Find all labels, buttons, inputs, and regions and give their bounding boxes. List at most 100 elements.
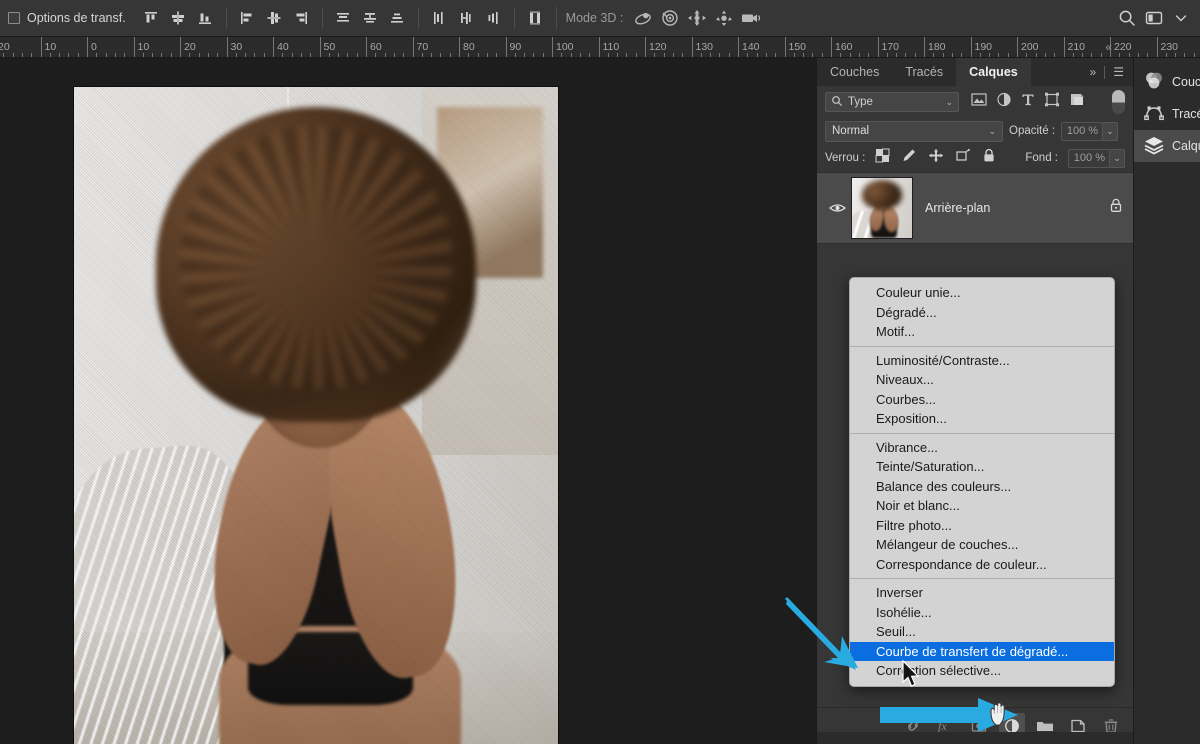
filter-adjustment-icon[interactable] (996, 92, 1012, 112)
menu-item[interactable]: Exposition... (850, 409, 1114, 429)
layer-filter-type-select[interactable]: Type ⌄ (825, 92, 959, 112)
menu-item[interactable]: Teinte/Saturation... (850, 457, 1114, 477)
align-left-edges-button[interactable] (234, 5, 261, 31)
panel-overflow-icon[interactable]: » (1090, 65, 1097, 79)
ruler-label: 70 (416, 41, 429, 53)
menu-item[interactable]: Courbes... (850, 390, 1114, 410)
distribute-spacing-button[interactable] (522, 5, 549, 31)
tab-couches[interactable]: Couches (817, 58, 892, 86)
ruler-tick-minor (468, 53, 470, 57)
ruler-tick-minor (1026, 53, 1028, 57)
ruler-tick-minor (1082, 53, 1084, 57)
ruler-tick-minor (542, 53, 544, 57)
slide-3d-icon[interactable] (710, 5, 737, 31)
menu-item[interactable]: Inverser (850, 583, 1114, 603)
ruler-tick-minor (524, 53, 526, 57)
distribute-bottom-edges-button[interactable] (384, 5, 411, 31)
ruler-tick-minor (68, 53, 70, 57)
menu-item[interactable]: Mélangeur de couches... (850, 535, 1114, 555)
distribute-top-edges-button[interactable] (330, 5, 357, 31)
menu-item[interactable]: Couleur unie... (850, 283, 1114, 303)
menu-item[interactable]: Filtre photo... (850, 516, 1114, 536)
chevron-down-icon[interactable] (1167, 5, 1194, 31)
distribute-horizontal-centers-button[interactable] (453, 5, 480, 31)
workspace-switcher-icon[interactable] (1140, 5, 1167, 31)
layer-visibility-toggle[interactable] (823, 202, 851, 214)
menu-item[interactable]: Isohélie... (850, 603, 1114, 623)
ruler-tick-minor (756, 53, 758, 57)
photo-portrait-woman (74, 87, 558, 744)
blend-mode-row: Normal ⌄ Opacité : 100 % ⌄ (817, 118, 1133, 144)
menu-item[interactable]: Dégradé... (850, 303, 1114, 323)
blend-mode-select[interactable]: Normal ⌄ (825, 120, 1003, 142)
ruler-tick-major (598, 37, 600, 57)
filter-enable-toggle[interactable] (1112, 90, 1125, 114)
ruler-tick-minor (840, 53, 842, 57)
layer-name-label[interactable]: Arrière-plan (925, 201, 990, 215)
ruler-tick-minor (700, 53, 702, 57)
layer-thumbnail[interactable] (851, 177, 913, 239)
lock-all-icon[interactable] (982, 148, 996, 168)
menu-item[interactable]: Luminosité/Contraste... (850, 351, 1114, 371)
document-canvas[interactable] (74, 87, 558, 744)
menu-item[interactable]: Vibrance... (850, 438, 1114, 458)
align-top-edges-button[interactable] (138, 5, 165, 31)
menu-item[interactable]: Niveaux... (850, 370, 1114, 390)
horizontal-ruler[interactable]: 2010010203040506070809010011012013014015… (0, 37, 1200, 58)
new-adjustment-layer-context-menu[interactable]: Couleur unie... Dégradé... Motif... Luminos… (849, 277, 1115, 687)
filter-pixel-icon[interactable] (971, 92, 987, 112)
ruler-tick-minor (282, 53, 284, 57)
distribute-left-edges-button[interactable] (426, 5, 453, 31)
ruler-tick-minor (533, 53, 535, 57)
opacity-value[interactable]: 100 % (1061, 121, 1104, 141)
ruler-tick-minor (765, 53, 767, 57)
lock-image-pixels-icon[interactable] (901, 148, 917, 168)
search-icon[interactable] (1113, 5, 1140, 31)
dock-item-couches[interactable]: Couches (1134, 66, 1200, 98)
dock-item-traces[interactable]: Tracés (1134, 98, 1200, 130)
align-vertical-centers-button[interactable] (165, 5, 192, 31)
filter-type-icon[interactable] (1021, 92, 1035, 112)
menu-separator (850, 432, 1114, 434)
ruler-tick-minor (775, 53, 777, 57)
menu-item[interactable]: Seuil... (850, 622, 1114, 642)
tab-traces[interactable]: Tracés (892, 58, 956, 86)
distribute-right-edges-button[interactable] (480, 5, 507, 31)
ruler-tick-minor (161, 53, 163, 57)
canvas-area[interactable] (0, 58, 816, 744)
menu-item[interactable]: Motif... (850, 322, 1114, 342)
tab-calques[interactable]: Calques (956, 58, 1031, 86)
right-dock: Couches Tracés Calques (1133, 58, 1200, 744)
filter-shape-icon[interactable] (1044, 92, 1060, 112)
ruler-tick-minor (942, 53, 944, 57)
menu-item[interactable]: Noir et blanc... (850, 496, 1114, 516)
dock-item-calques[interactable]: Calques (1134, 130, 1200, 162)
align-horizontal-centers-button[interactable] (261, 5, 288, 31)
menu-item[interactable]: Correction sélective... (850, 661, 1114, 681)
distribute-vertical-centers-button[interactable] (357, 5, 384, 31)
transform-options-checkbox[interactable] (8, 12, 20, 24)
lock-transparent-pixels-icon[interactable] (875, 148, 890, 168)
lock-artboard-nesting-icon[interactable] (955, 148, 971, 168)
pan-3d-icon[interactable] (683, 5, 710, 31)
lock-position-icon[interactable] (928, 148, 944, 168)
panel-menu-icon[interactable]: ☰ (1113, 65, 1124, 79)
ruler-tick-minor (189, 53, 191, 57)
ruler-tick-minor (998, 53, 1000, 57)
opacity-stepper-chevron-icon[interactable]: ⌄ (1103, 121, 1119, 141)
align-bottom-edges-button[interactable] (192, 5, 219, 31)
menu-item[interactable]: Correspondance de couleur... (850, 555, 1114, 575)
orbit-3d-icon[interactable] (629, 5, 656, 31)
ruler-tick-major (1156, 37, 1158, 57)
menu-item[interactable]: Balance des couleurs... (850, 477, 1114, 497)
fill-stepper-chevron-icon[interactable]: ⌄ (1110, 148, 1125, 168)
roll-3d-icon[interactable] (656, 5, 683, 31)
fill-value[interactable]: 100 % (1068, 148, 1110, 168)
align-right-edges-button[interactable] (288, 5, 315, 31)
panel-collapse-chevrons[interactable]: « (1105, 40, 1112, 54)
table-row[interactable]: Arrière-plan (817, 172, 1133, 244)
camera-3d-icon[interactable] (737, 5, 764, 31)
filter-smartobject-icon[interactable] (1069, 92, 1085, 112)
menu-item[interactable]: Courbe de transfert de dégradé... (850, 641, 1114, 661)
ruler-tick-major (319, 37, 321, 57)
